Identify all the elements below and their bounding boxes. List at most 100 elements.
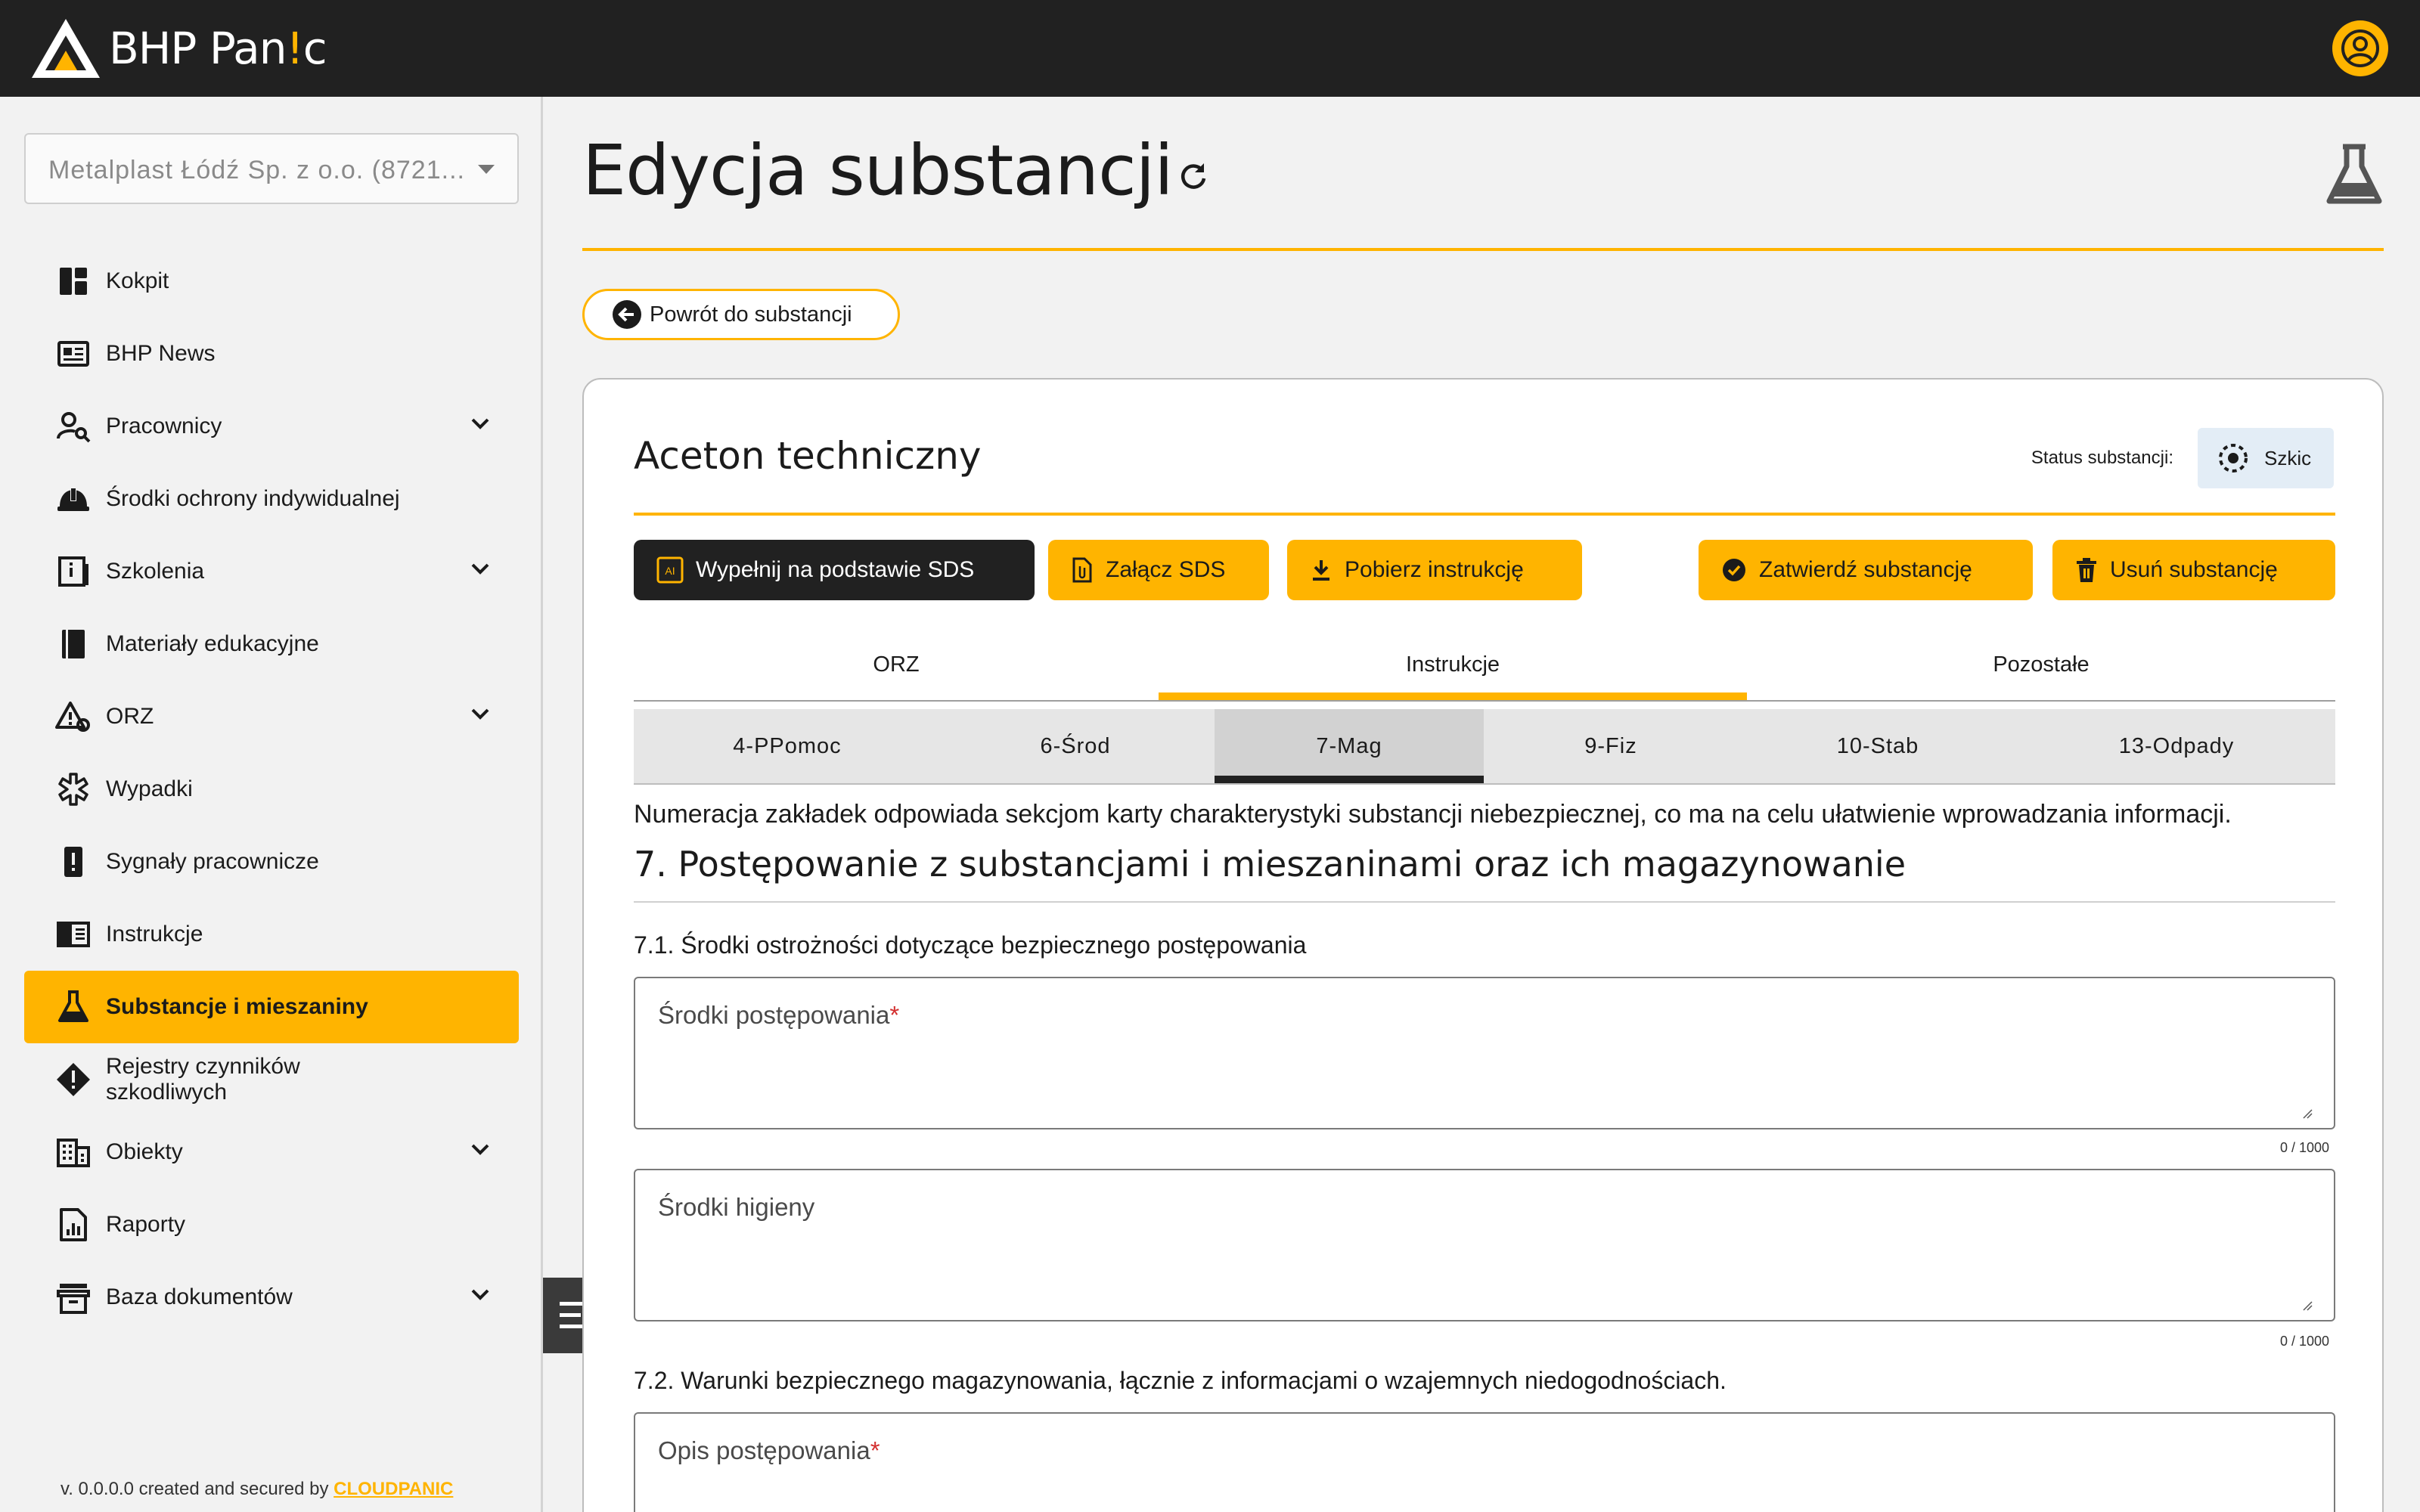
sidebar-item-orz[interactable]: ORZ: [24, 680, 519, 753]
sidebar-item-label: Sygnały pracownicze: [106, 849, 319, 874]
procedure-description-label: Opis postępowania*: [658, 1436, 880, 1464]
main-tabs: ORZ Instrukcje Pozostałe: [634, 629, 2335, 700]
hard-hat-icon: [57, 488, 89, 511]
draft-status-icon: [2219, 444, 2248, 472]
section-info-text: Numeracja zakładek odpowiada sekcjom kar…: [634, 800, 2232, 829]
risk-icon: [55, 702, 90, 732]
sidebar-item-label: Baza dokumentów: [106, 1284, 293, 1309]
sidebar-item-label: Raporty: [106, 1212, 186, 1237]
sidebar-item-wypadki[interactable]: Wypadki: [24, 753, 519, 826]
sidebar-item-rejestry[interactable]: Rejestry czynników szkodliwych: [24, 1043, 519, 1116]
chevron-down-icon[interactable]: [470, 708, 490, 720]
fill-from-sds-label: Wypełnij na podstawie SDS: [696, 557, 975, 582]
subtab-9-fiz[interactable]: 9-Fiz: [1484, 709, 1738, 783]
sidebar-item-label: BHP News: [106, 341, 216, 366]
approve-substance-button[interactable]: Zatwierdź substancję: [1699, 540, 2033, 600]
top-bar: BHP Pan!c: [0, 0, 2420, 97]
sidebar-item-label: Wypadki: [106, 776, 193, 801]
training-icon: [58, 556, 88, 587]
download-icon: [1313, 560, 1329, 581]
hygiene-measures-field[interactable]: Środki higieny: [634, 1169, 2335, 1321]
logo-icon: [32, 19, 100, 78]
sidebar-item-materialy[interactable]: Materiały edukacyjne: [24, 608, 519, 680]
subtab-10-stab[interactable]: 10-Stab: [1738, 709, 2018, 783]
sidebar-item-pracownicy[interactable]: Pracownicy: [24, 390, 519, 463]
company-select[interactable]: Metalplast Łódź Sp. z o.o. (8721...: [24, 133, 519, 204]
hygiene-measures-label: Środki higieny: [658, 1193, 815, 1221]
sidebar-item-bhp-news[interactable]: BHP News: [24, 318, 519, 390]
instructions-icon: [57, 922, 90, 947]
subtab-13-odpady[interactable]: 13-Odpady: [2018, 709, 2335, 783]
page-title: Edycja substancji: [582, 130, 1174, 211]
delete-substance-button[interactable]: Usuń substancję: [2052, 540, 2335, 600]
sidebar-item-label: Materiały edukacyjne: [106, 631, 319, 656]
chevron-down-icon[interactable]: [470, 1288, 490, 1300]
sidebar-item-label: Pracownicy: [106, 414, 222, 438]
person-search-icon: [57, 412, 91, 443]
substance-name: Aceton techniczny: [634, 434, 982, 478]
sidebar-item-sygnaly[interactable]: Sygnały pracownicze: [24, 826, 519, 898]
sidebar-item-label: Substancje i mieszaniny: [106, 994, 368, 1019]
arrow-back-icon: [613, 300, 641, 329]
cloudpanic-link[interactable]: CLOUDPANIC: [334, 1479, 453, 1499]
resize-grip-icon[interactable]: [2302, 1300, 2313, 1311]
sidebar-nav: Kokpit BHP News Pracownicy Środki ochron…: [24, 245, 519, 1334]
subsection-7-2-heading: 7.2. Warunki bezpiecznego magazynowania,…: [634, 1367, 1727, 1394]
chevron-down-icon[interactable]: [470, 417, 490, 429]
fill-from-sds-button[interactable]: AI Wypełnij na podstawie SDS: [634, 540, 1035, 600]
subsection-7-1-heading: 7.1. Środki ostrożności dotyczące bezpie…: [634, 931, 1307, 959]
user-account-button[interactable]: [2332, 20, 2388, 76]
subtab-7-mag[interactable]: 7-Mag: [1215, 709, 1484, 783]
sidebar-item-label: Rejestry czynników szkodliwych: [106, 1054, 300, 1105]
handling-measures-field[interactable]: Środki postępowania*: [634, 977, 2335, 1129]
warning-diamond-icon: [57, 1063, 90, 1096]
title-divider: [582, 248, 2384, 251]
app-logo[interactable]: BHP Pan!c: [29, 15, 327, 82]
sidebar: Metalplast Łódź Sp. z o.o. (8721... Kokp…: [0, 97, 543, 1512]
resize-grip-icon[interactable]: [2302, 1108, 2313, 1119]
char-counter: 0 / 1000: [2279, 1334, 2329, 1349]
sidebar-item-label: ORZ: [106, 704, 154, 729]
sidebar-item-baza-dokumentow[interactable]: Baza dokumentów: [24, 1261, 519, 1334]
chevron-down-icon[interactable]: [470, 1143, 490, 1155]
verified-check-icon: [1723, 559, 1745, 581]
refresh-icon[interactable]: [1177, 160, 1210, 194]
procedure-description-field[interactable]: Opis postępowania*: [634, 1412, 2335, 1512]
download-instruction-button[interactable]: Pobierz instrukcję: [1287, 540, 1582, 600]
archive-icon: [57, 1284, 90, 1314]
sidebar-item-szkolenia[interactable]: Szkolenia: [24, 535, 519, 608]
sidebar-item-label: Kokpit: [106, 268, 169, 293]
tab-instrukcje[interactable]: Instrukcje: [1159, 629, 1747, 700]
tabs-divider: [634, 700, 2335, 702]
alert-icon: [64, 847, 82, 877]
chevron-down-icon[interactable]: [470, 562, 490, 575]
sidebar-item-srodki-ochrony[interactable]: Środki ochrony indywidualnej: [24, 463, 519, 535]
sidebar-item-label: Instrukcje: [106, 922, 203, 947]
attach-file-icon: [1072, 557, 1092, 583]
back-button-label: Powrót do substancji: [650, 302, 852, 327]
sidebar-item-obiekty[interactable]: Obiekty: [24, 1116, 519, 1188]
back-to-substances-button[interactable]: Powrót do substancji: [582, 289, 900, 340]
sidebar-item-kokpit[interactable]: Kokpit: [24, 245, 519, 318]
char-counter: 0 / 1000: [2279, 1140, 2329, 1155]
sidebar-item-raporty[interactable]: Raporty: [24, 1188, 519, 1261]
substance-card: Aceton techniczny Status substancji: Szk…: [582, 378, 2384, 1512]
version-footer: v. 0.0.0.0 created and secured by CLOUDP…: [60, 1479, 454, 1499]
report-icon: [60, 1208, 87, 1241]
sidebar-item-label: Środki ochrony indywidualnej: [106, 486, 400, 511]
status-value: Szkic: [2264, 446, 2312, 469]
dashboard-icon: [60, 268, 87, 295]
handling-measures-label: Środki postępowania*: [658, 1001, 900, 1029]
subtab-4-ppomoc[interactable]: 4-PPomoc: [634, 709, 941, 783]
sidebar-item-instrukcje[interactable]: Instrukcje: [24, 898, 519, 971]
tab-pozostale[interactable]: Pozostałe: [1747, 629, 2335, 700]
section-divider: [634, 901, 2335, 903]
sidebar-item-label: Obiekty: [106, 1139, 183, 1164]
attach-sds-button[interactable]: Załącz SDS: [1048, 540, 1269, 600]
subtab-6-srod[interactable]: 6-Środ: [941, 709, 1210, 783]
user-circle-icon: [2341, 29, 2379, 67]
svg-text:AI: AI: [665, 565, 675, 577]
tab-orz[interactable]: ORZ: [634, 629, 1159, 700]
building-icon: [57, 1139, 90, 1167]
sidebar-item-substancje[interactable]: Substancje i mieszaniny: [24, 971, 519, 1043]
